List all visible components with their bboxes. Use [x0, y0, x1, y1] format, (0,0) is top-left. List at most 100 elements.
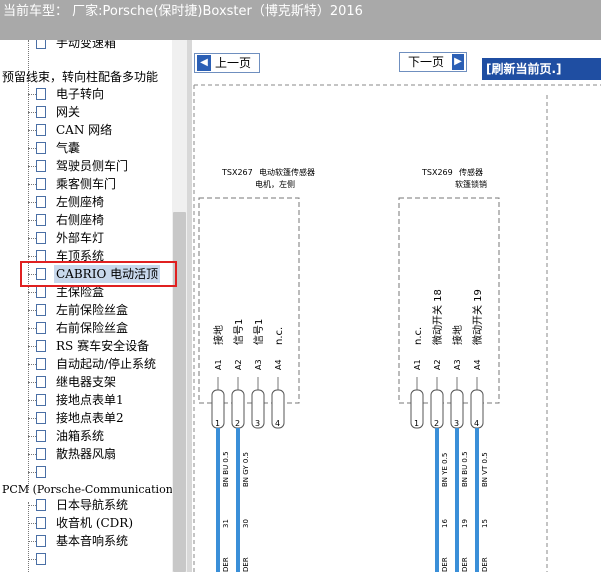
wire-tag: DER: [242, 557, 250, 572]
pin-label: n.c.: [413, 327, 424, 345]
terminal-number: 4: [275, 419, 280, 428]
tree-connector: [28, 400, 36, 401]
document-icon: [36, 178, 46, 190]
document-icon: [36, 535, 46, 547]
document-icon: [36, 322, 46, 334]
tree-connector: [28, 202, 36, 203]
document-icon: [36, 304, 46, 316]
document-icon: [36, 412, 46, 424]
tree-connector: [28, 559, 36, 560]
pin-id: A2: [234, 359, 243, 370]
tree-connector: [28, 454, 36, 455]
tree-connector: [28, 472, 36, 473]
document-icon: [36, 106, 46, 118]
wire-spec: BN GY 0.5: [242, 452, 250, 487]
wire: [435, 428, 439, 572]
pin-id: A4: [473, 359, 482, 370]
document-icon: [36, 40, 46, 49]
wire-number: 30: [242, 519, 250, 528]
wiring-diagram-pane: ◀ 上一页 下一页 ▶ [刷新当前页.] TSX267 电动软篷传感器 电机，左侧接…: [192, 40, 601, 572]
pin-label: 接地: [212, 325, 225, 345]
document-icon: [36, 517, 46, 529]
document-icon: [36, 376, 46, 388]
tree-connector: [28, 310, 36, 311]
wire-tag: DER: [461, 557, 469, 572]
tree-connector: [28, 112, 36, 113]
connector-code: TSX269: [421, 168, 453, 177]
tree-connector: [28, 523, 36, 524]
tree-connector: [28, 346, 36, 347]
wire-number: 31: [222, 519, 230, 528]
document-icon: [36, 340, 46, 352]
pin-id: A2: [433, 359, 442, 370]
title-bar: 当前车型： 厂家:Porsche(保时捷)Boxster（博克斯特）2016: [0, 0, 601, 40]
tree-connector: [28, 148, 36, 149]
pin-id: A4: [274, 359, 283, 370]
terminal-number: 1: [215, 419, 220, 428]
tree-connector: [28, 541, 36, 542]
terminal-number: 4: [474, 419, 479, 428]
document-icon: [36, 88, 46, 100]
connector-name: 传感器: [459, 167, 483, 177]
terminal-number: 3: [255, 419, 260, 428]
wire-tag: DER: [222, 557, 230, 572]
wire: [236, 428, 240, 572]
connector-name: 电机，左侧: [255, 179, 295, 189]
connector-code: TSX267: [221, 168, 253, 177]
wire-spec: BN BU 0.5: [222, 451, 230, 487]
pin-label: 接地: [451, 325, 464, 345]
wire-spec: BN YE 0.5: [441, 453, 449, 487]
tree-connector: [28, 418, 36, 419]
connector-box: [198, 197, 300, 404]
tree-group-steering[interactable]: 预留线束，转向柱配备多功能: [2, 68, 158, 86]
wire-spec: BN VT 0.5: [481, 452, 489, 487]
pin-id: A1: [413, 359, 422, 370]
wire-tag: DER: [481, 557, 489, 572]
terminal-number: 3: [454, 419, 459, 428]
wire-tag: DER: [441, 557, 449, 572]
connector-name: 电动软篷传感器: [259, 167, 315, 177]
vehicle-title: 当前车型： 厂家:Porsche(保时捷)Boxster（博克斯特）2016: [3, 4, 363, 19]
tree-connector: [28, 292, 36, 293]
document-icon: [36, 358, 46, 370]
wire-spec: BN BU 0.5: [461, 451, 469, 487]
pin-label: n.c.: [274, 327, 285, 345]
connector-box: [398, 197, 500, 404]
wire-number: 16: [441, 519, 449, 528]
document-icon: [36, 394, 46, 406]
wire: [216, 428, 220, 572]
terminal-number: 2: [235, 419, 240, 428]
document-icon: [36, 448, 46, 460]
selected-item-highlight: [20, 261, 177, 287]
terminal-number: 2: [434, 419, 439, 428]
pin-label: 信号1: [233, 319, 245, 345]
wire-number: 19: [461, 519, 469, 528]
tree-guide-line: [28, 502, 29, 572]
pin-label: 微动开关 18: [431, 289, 444, 345]
tree-connector: [28, 184, 36, 185]
document-icon: [36, 286, 46, 298]
pin-id: A3: [453, 359, 462, 370]
tree-connector: [28, 166, 36, 167]
pin-label: 信号1: [253, 319, 265, 345]
connector-name: 软篷锁销: [455, 179, 487, 189]
document-icon: [36, 430, 46, 442]
pin-id: A3: [254, 359, 263, 370]
document-icon: [36, 214, 46, 226]
pin-id: A1: [214, 359, 223, 370]
wire-number: 15: [481, 519, 489, 528]
wire: [475, 428, 479, 572]
document-icon: [36, 160, 46, 172]
pin-label: 微动开关 19: [471, 289, 484, 345]
document-icon: [36, 142, 46, 154]
tree-connector: [28, 238, 36, 239]
component-tree[interactable]: 手动变速箱 预留线束，转向柱配备多功能 电子转向 网关 CAN 网络 气囊 驾驶员侧车门…: [0, 40, 172, 572]
document-icon: [36, 232, 46, 244]
tree-connector: [28, 94, 36, 95]
tree-connector: [28, 328, 36, 329]
document-icon: [36, 196, 46, 208]
tree-connector: [28, 505, 36, 506]
document-icon: [36, 466, 46, 478]
tree-connector: [28, 382, 36, 383]
tree-connector: [28, 256, 36, 257]
